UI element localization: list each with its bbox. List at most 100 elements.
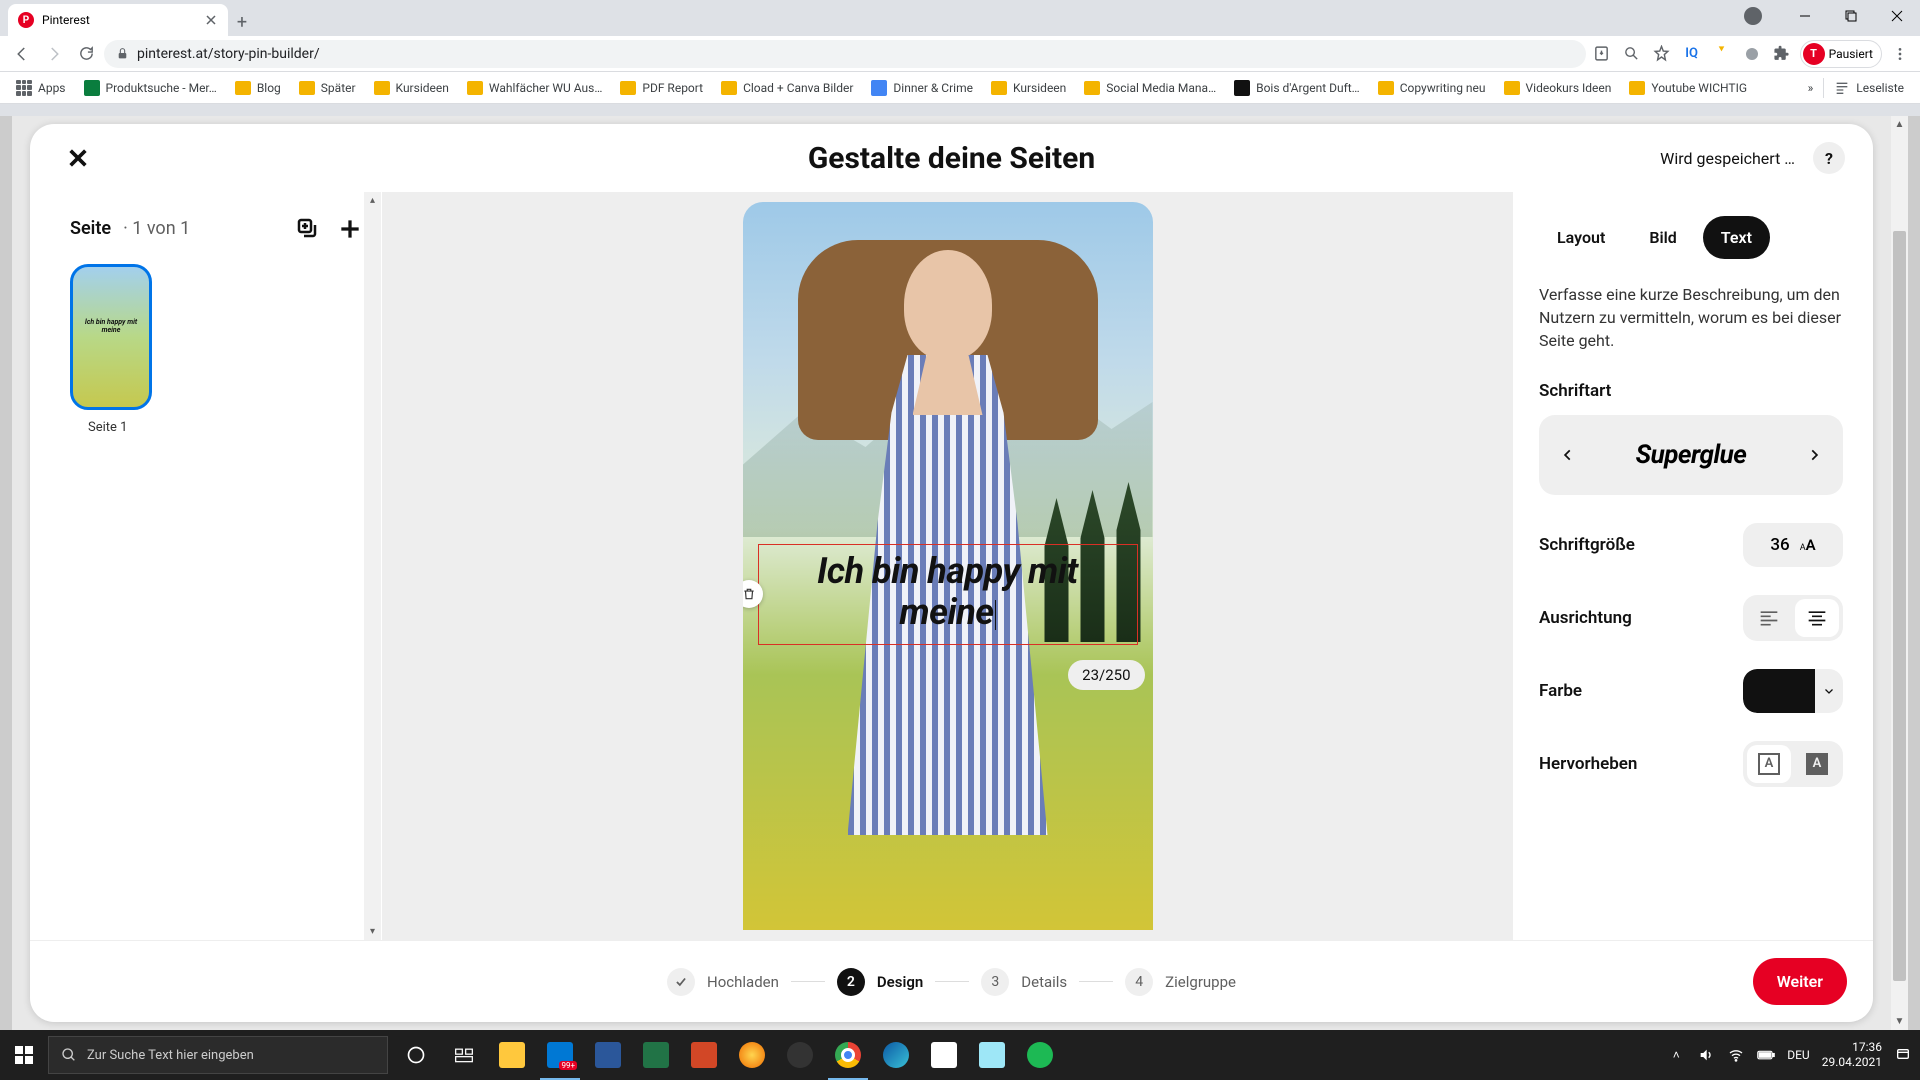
bookmark-item[interactable]: PDF Report <box>612 77 711 99</box>
text-box[interactable]: Ich bin happy mitmeine 23/250 <box>758 544 1138 645</box>
chrome-menu-icon[interactable] <box>1888 42 1912 66</box>
taskbar-notepad[interactable] <box>968 1030 1016 1080</box>
tab-text[interactable]: Text <box>1703 216 1770 259</box>
bookmark-item[interactable]: Kursideen <box>366 77 457 99</box>
close-button[interactable] <box>58 138 98 178</box>
taskbar-app2[interactable] <box>920 1030 968 1080</box>
chrome-account-icon[interactable] <box>1744 7 1762 25</box>
scroll-up-icon[interactable]: ▴ <box>364 192 381 209</box>
reload-button[interactable] <box>72 40 100 68</box>
install-app-icon[interactable] <box>1590 42 1614 66</box>
taskbar-taskview[interactable] <box>440 1030 488 1080</box>
extensions-puzzle-icon[interactable] <box>1770 42 1794 66</box>
bookmark-item[interactable]: Youtube WICHTIG <box>1621 77 1755 99</box>
highlight-none-button[interactable]: A <box>1747 745 1791 783</box>
bookmark-item[interactable]: Produktsuche - Mer… <box>76 76 225 100</box>
profile-badge[interactable]: T Pausiert <box>1800 40 1882 68</box>
tray-notifications-icon[interactable] <box>1894 1046 1912 1064</box>
app-icon <box>931 1042 957 1068</box>
taskbar-edge[interactable] <box>872 1030 920 1080</box>
delete-text-button[interactable] <box>743 580 763 608</box>
tray-language[interactable]: DEU <box>1787 1048 1809 1062</box>
scroll-down-icon[interactable]: ▼ <box>1891 1013 1908 1030</box>
bookmark-overflow[interactable]: » <box>1800 77 1822 99</box>
char-counter: 23/250 <box>1068 660 1144 690</box>
taskbar-app1[interactable] <box>728 1030 776 1080</box>
extension-icon-2[interactable] <box>1740 42 1764 66</box>
taskbar-cortana[interactable] <box>392 1030 440 1080</box>
reading-list-button[interactable]: Leseliste <box>1826 76 1912 100</box>
taskbar-obs[interactable] <box>776 1030 824 1080</box>
taskbar-chrome[interactable] <box>824 1030 872 1080</box>
tray-expand-icon[interactable]: ˄ <box>1667 1046 1685 1064</box>
duplicate-page-button[interactable] <box>295 216 319 240</box>
bookmark-item[interactable]: Social Media Mana… <box>1076 77 1224 99</box>
bookmark-item[interactable]: Copywriting neu <box>1370 77 1494 99</box>
iq-icon[interactable]: IQ <box>1680 42 1704 66</box>
bookmark-item[interactable]: Videokurs Ideen <box>1496 77 1620 99</box>
tray-clock[interactable]: 17:36 29.04.2021 <box>1822 1040 1882 1070</box>
circle-icon <box>406 1045 426 1065</box>
sidebar-scrollbar[interactable]: ▴ ▾ <box>364 192 381 940</box>
panel-description: Verfasse eine kurze Beschreibung, um den… <box>1539 283 1843 353</box>
start-button[interactable] <box>0 1030 48 1080</box>
tab-image[interactable]: Bild <box>1631 216 1694 259</box>
scrollbar-thumb[interactable] <box>1893 231 1906 981</box>
bookmark-item[interactable]: Blog <box>227 77 289 99</box>
bookmark-star-icon[interactable] <box>1650 42 1674 66</box>
color-picker[interactable] <box>1743 669 1843 713</box>
tray-volume-icon[interactable] <box>1697 1046 1715 1064</box>
window-close-icon[interactable] <box>1874 0 1920 32</box>
scroll-up-icon[interactable]: ▲ <box>1891 116 1908 133</box>
taskbar-excel[interactable] <box>632 1030 680 1080</box>
scroll-down-icon[interactable]: ▾ <box>364 923 381 940</box>
highlight-fill-button[interactable]: A <box>1795 745 1839 783</box>
new-tab-button[interactable]: + <box>228 8 256 36</box>
tray-battery-icon[interactable] <box>1757 1046 1775 1064</box>
browser-tab[interactable]: P Pinterest <box>8 4 228 36</box>
taskbar-spotify[interactable] <box>1016 1030 1064 1080</box>
bookmark-item[interactable]: Wahlfächer WU Aus… <box>459 77 611 99</box>
help-button[interactable]: ? <box>1813 142 1845 174</box>
taskbar-search[interactable]: Zur Suche Text hier eingeben <box>48 1036 388 1074</box>
taskbar-mail[interactable]: 99+ <box>536 1030 584 1080</box>
url-input[interactable]: pinterest.at/story-pin-builder/ <box>104 40 1586 68</box>
folder-icon <box>467 81 483 95</box>
page-thumbnail[interactable]: Ich bin happy mitmeine <box>70 264 152 410</box>
window-minimize-icon[interactable] <box>1782 0 1828 32</box>
taskbar-word[interactable] <box>584 1030 632 1080</box>
next-button[interactable]: Weiter <box>1753 958 1847 1005</box>
step-details[interactable]: 3 Details <box>981 968 1067 996</box>
search-icon <box>61 1047 77 1063</box>
text-content[interactable]: Ich bin happy mitmeine <box>767 551 1129 634</box>
design-canvas[interactable]: Ich bin happy mitmeine 23/250 <box>743 202 1153 930</box>
extension-icon-1[interactable] <box>1710 42 1734 66</box>
font-size-input[interactable]: 36 AA <box>1743 523 1843 567</box>
tab-close-icon[interactable] <box>204 13 218 27</box>
bookmark-item[interactable]: Cload + Canva Bilder <box>713 77 861 99</box>
add-page-button[interactable] <box>337 216 361 240</box>
step-audience[interactable]: 4 Zielgruppe <box>1125 968 1236 996</box>
zoom-icon[interactable] <box>1620 42 1644 66</box>
step-upload[interactable]: Hochladen <box>667 968 779 996</box>
bookmark-item[interactable]: Bois d'Argent Duft… <box>1226 76 1368 100</box>
forward-button[interactable] <box>40 40 68 68</box>
taskbar-explorer[interactable] <box>488 1030 536 1080</box>
bookmark-item[interactable]: Kursideen <box>983 77 1074 99</box>
alignment-group <box>1743 595 1843 641</box>
window-maximize-icon[interactable] <box>1828 0 1874 32</box>
bookmark-apps[interactable]: Apps <box>8 76 74 100</box>
step-design[interactable]: 2 Design <box>837 968 923 996</box>
font-next-button[interactable] <box>1801 442 1827 468</box>
page-scrollbar[interactable]: ▲ ▼ <box>1891 116 1908 1030</box>
bookmark-item[interactable]: Dinner & Crime <box>863 76 981 100</box>
bookmark-item[interactable]: Später <box>291 77 364 99</box>
tab-layout[interactable]: Layout <box>1539 216 1623 259</box>
align-center-button[interactable] <box>1795 599 1839 637</box>
taskbar-powerpoint[interactable] <box>680 1030 728 1080</box>
align-left-button[interactable] <box>1747 599 1791 637</box>
back-button[interactable] <box>8 40 36 68</box>
tray-wifi-icon[interactable] <box>1727 1046 1745 1064</box>
folder-icon <box>721 81 737 95</box>
font-prev-button[interactable] <box>1555 442 1581 468</box>
